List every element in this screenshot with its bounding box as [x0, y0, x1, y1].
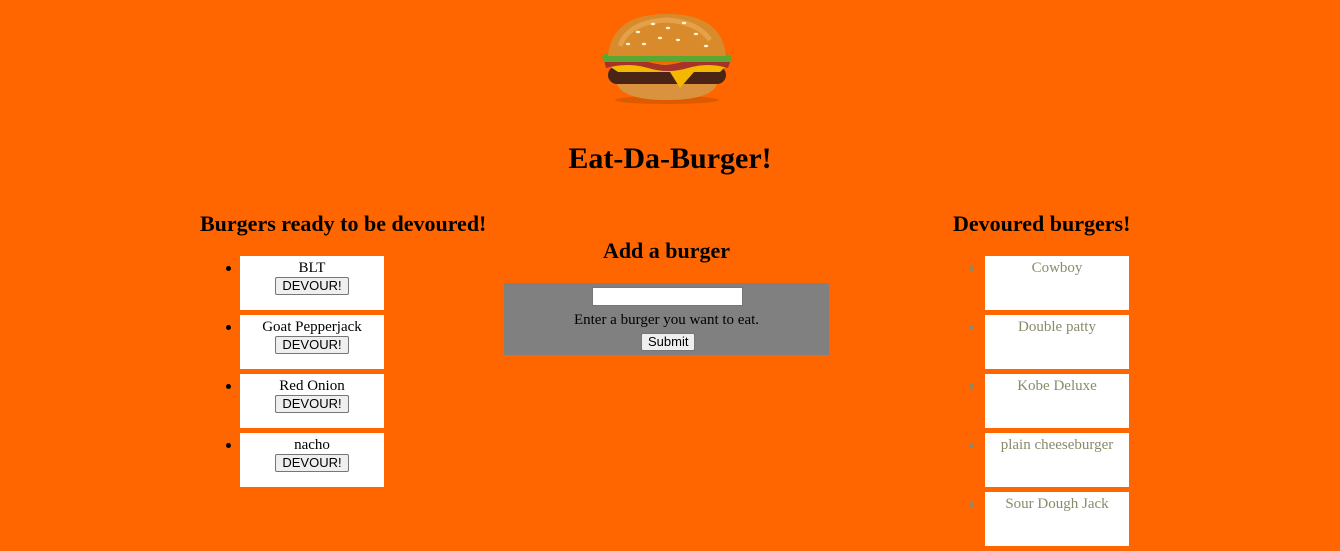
burger-name: BLT — [298, 260, 326, 276]
devour-button[interactable]: DEVOUR! — [275, 277, 349, 295]
burger-card: BLT DEVOUR! — [240, 256, 384, 310]
devour-button[interactable]: DEVOUR! — [275, 336, 349, 354]
devoured-card: Double patty — [985, 315, 1129, 369]
bullet — [969, 502, 974, 507]
bullet — [969, 266, 974, 271]
burger-name: Cowboy — [1031, 260, 1083, 276]
burger-name-input[interactable] — [592, 287, 743, 306]
submit-button[interactable]: Submit — [641, 333, 696, 351]
burger-card: Red Onion DEVOUR! — [240, 374, 384, 428]
burger-name: plain cheeseburger — [1000, 437, 1114, 453]
burger-name: Sour Dough Jack — [1005, 496, 1109, 512]
devour-button[interactable]: DEVOUR! — [275, 454, 349, 472]
devoured-card: Kobe Deluxe — [985, 374, 1129, 428]
burger-name: Goat Pepperjack — [262, 319, 362, 335]
burger-name: Kobe Deluxe — [1017, 378, 1097, 394]
devoured-card: plain cheeseburger — [985, 433, 1129, 487]
bullet — [969, 325, 974, 330]
bullet — [969, 443, 974, 448]
form-hint: Enter a burger you want to eat. — [573, 312, 760, 328]
add-burger-heading: Add a burger — [602, 238, 731, 263]
bullet — [226, 325, 231, 330]
devour-button[interactable]: DEVOUR! — [275, 395, 349, 413]
burger-name: Red Onion — [279, 378, 345, 394]
devoured-card: Sour Dough Jack — [985, 492, 1129, 546]
burger-icon — [602, 14, 732, 104]
ready-heading: Burgers ready to be devoured! — [200, 211, 487, 236]
burger-name: nacho — [294, 437, 330, 453]
page-title: Eat-Da-Burger! — [568, 142, 772, 175]
bullet — [226, 266, 231, 271]
burger-card: Goat Pepperjack DEVOUR! — [240, 315, 384, 369]
burger-name: Double patty — [1018, 319, 1096, 335]
bullet — [226, 443, 231, 448]
add-burger-form: Enter a burger you want to eat. Submit — [504, 283, 829, 355]
devoured-heading: Devoured burgers! — [953, 211, 1131, 236]
bullet — [226, 384, 231, 389]
burger-card: nacho DEVOUR! — [240, 433, 384, 487]
devoured-card: Cowboy — [985, 256, 1129, 310]
bullet — [969, 384, 974, 389]
